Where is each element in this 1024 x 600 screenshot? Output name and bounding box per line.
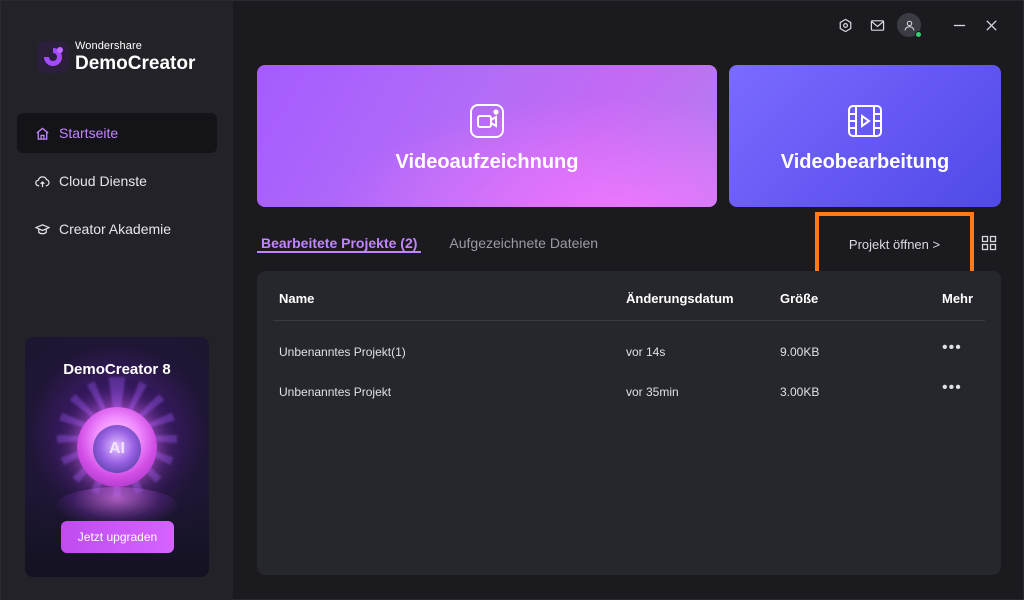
ai-orb-label: AI (93, 425, 141, 473)
project-tabs: Bearbeitete Projekte (2) Aufgezeichnete … (257, 231, 626, 257)
window-toolbar (825, 13, 1003, 38)
sidebar: Wondershare DemoCreator Startseite Cloud… (1, 1, 233, 600)
video-recording-label: Videoaufzeichnung (395, 151, 579, 173)
app-window: Wondershare DemoCreator Startseite Cloud… (0, 0, 1024, 600)
brand-product: DemoCreator (75, 53, 196, 74)
project-name: Unbenanntes Projekt(1) (279, 345, 406, 359)
project-size: 3.00KB (780, 385, 820, 399)
democreator-logo-icon (37, 41, 69, 73)
column-header-more: Mehr (942, 291, 974, 306)
more-options-icon[interactable]: ••• (942, 379, 962, 397)
upgrade-button[interactable]: Jetzt upgraden (61, 521, 174, 553)
project-date: vor 14s (626, 345, 666, 359)
project-size: 9.00KB (780, 345, 820, 359)
sidebar-item-startseite[interactable]: Startseite (17, 113, 217, 153)
ai-orb-icon: AI (77, 407, 157, 487)
sidebar-item-creator-akademie[interactable]: Creator Akademie (17, 209, 217, 249)
graduation-cap-icon (35, 223, 50, 234)
sidebar-item-label: Cloud Dienste (59, 173, 147, 189)
home-icon (36, 126, 49, 140)
sidebar-nav: Startseite Cloud Dienste Creator Akademi… (17, 113, 217, 257)
online-status-icon (915, 31, 922, 38)
table-header: Name Änderungsdatum Größe Mehr (273, 287, 985, 321)
settings-icon[interactable] (833, 13, 857, 37)
promo-title: DemoCreator 8 (63, 361, 171, 378)
tab-aufgezeichnete-dateien[interactable]: Aufgezeichnete Dateien (445, 231, 602, 257)
camera-record-icon (470, 104, 504, 138)
open-project-button[interactable]: Projekt öffnen > (815, 212, 974, 276)
video-editing-card[interactable]: Videobearbeitung (729, 65, 1001, 207)
sidebar-item-label: Creator Akademie (59, 221, 172, 237)
user-avatar-icon[interactable] (897, 13, 922, 38)
projects-table: Name Änderungsdatum Größe Mehr Unbenannt… (257, 271, 1001, 575)
column-header-date[interactable]: Änderungsdatum (626, 291, 734, 306)
tab-bearbeitete-projekte[interactable]: Bearbeitete Projekte (2) (257, 231, 422, 253)
minimize-icon[interactable] (947, 13, 971, 37)
sidebar-item-cloud-dienste[interactable]: Cloud Dienste (17, 161, 217, 201)
mail-icon[interactable] (865, 13, 889, 37)
table-row[interactable]: Unbenanntes Projekt(1) vor 14s 9.00KB ••… (273, 333, 985, 373)
upgrade-promo-banner: AI DemoCreator 8 Jetzt upgraden (25, 337, 209, 577)
cloud-upload-icon (35, 175, 50, 187)
project-name: Unbenanntes Projekt (279, 385, 392, 399)
video-editing-label: Videobearbeitung (780, 151, 950, 173)
video-recording-card[interactable]: Videoaufzeichnung (257, 65, 717, 207)
more-options-icon[interactable]: ••• (942, 339, 962, 357)
column-header-size[interactable]: Größe (780, 291, 818, 306)
close-icon[interactable] (979, 13, 1003, 37)
project-date: vor 35min (626, 385, 679, 399)
table-row[interactable]: Unbenanntes Projekt vor 35min 3.00KB ••• (273, 373, 985, 413)
brand-company: Wondershare (75, 40, 142, 52)
column-header-name[interactable]: Name (279, 291, 314, 306)
film-play-icon (848, 105, 882, 137)
sidebar-item-label: Startseite (59, 125, 119, 141)
brand-logo: Wondershare DemoCreator (37, 41, 195, 73)
grid-view-icon[interactable] (981, 235, 997, 251)
